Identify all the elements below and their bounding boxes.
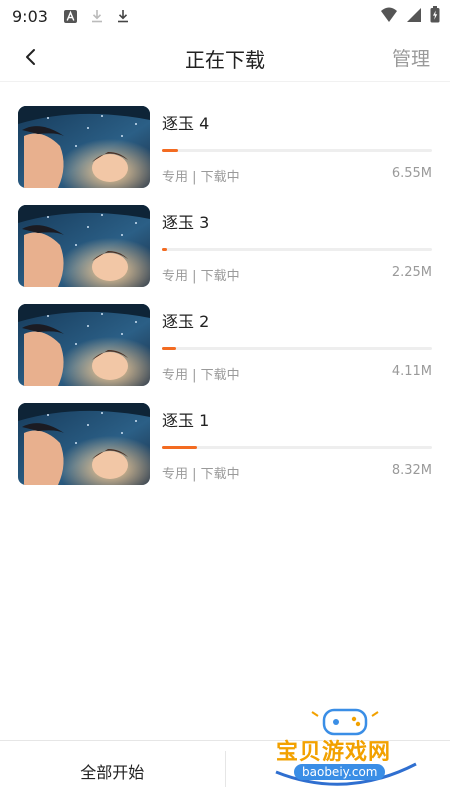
download-progress-fill xyxy=(162,248,168,251)
video-thumbnail xyxy=(18,106,150,188)
page-title: 正在下载 xyxy=(185,48,265,72)
pause-all-button[interactable]: 全 xyxy=(226,741,450,800)
download-item[interactable]: 逐玉 3 专用 | 下载中 2.25M xyxy=(0,199,450,298)
download-pending-icon xyxy=(90,9,104,23)
start-all-button[interactable]: 全部开始 xyxy=(0,741,225,800)
download-progress-fill xyxy=(162,446,198,449)
header: 正在下载 管理 xyxy=(0,32,450,82)
download-size: 4.11M xyxy=(391,364,432,379)
download-icon xyxy=(116,9,130,23)
battery-icon xyxy=(430,6,440,27)
font-icon xyxy=(64,9,78,23)
download-title: 逐玉 3 xyxy=(162,213,210,232)
download-list: 逐玉 4 专用 | 下载中 6.55M 逐玉 3 专用 | 下载中 2.25M xyxy=(0,100,450,496)
download-item[interactable]: 逐玉 4 专用 | 下载中 6.55M xyxy=(0,100,450,199)
video-thumbnail xyxy=(18,304,150,386)
download-size: 2.25M xyxy=(391,265,432,280)
download-status: 专用 | 下载中 xyxy=(162,170,240,185)
status-time: 9:03 xyxy=(12,6,48,26)
download-size: 6.55M xyxy=(391,166,432,181)
download-progress-fill xyxy=(162,347,176,350)
download-title: 逐玉 4 xyxy=(162,114,210,133)
bottom-bar: 全部开始 全 xyxy=(0,740,450,800)
manage-button[interactable]: 管理 xyxy=(392,44,430,71)
download-title: 逐玉 1 xyxy=(162,411,210,430)
download-item[interactable]: 逐玉 1 专用 | 下载中 8.32M xyxy=(0,397,450,496)
download-progress-track xyxy=(162,347,432,350)
download-item[interactable]: 逐玉 2 专用 | 下载中 4.11M xyxy=(0,298,450,397)
download-progress-track xyxy=(162,446,432,449)
download-title: 逐玉 2 xyxy=(162,312,210,331)
download-size: 8.32M xyxy=(391,463,432,478)
video-thumbnail xyxy=(18,403,150,485)
video-thumbnail xyxy=(18,205,150,287)
download-progress-fill xyxy=(162,149,179,152)
download-status: 专用 | 下载中 xyxy=(162,467,240,482)
download-status: 专用 | 下载中 xyxy=(162,368,240,383)
download-progress-track xyxy=(162,248,432,251)
status-bar: 9:03 xyxy=(0,0,450,32)
download-status: 专用 | 下载中 xyxy=(162,269,240,284)
signal-icon xyxy=(406,7,422,27)
download-progress-track xyxy=(162,149,432,152)
wifi-icon xyxy=(380,7,398,27)
status-right-icons xyxy=(380,6,440,27)
